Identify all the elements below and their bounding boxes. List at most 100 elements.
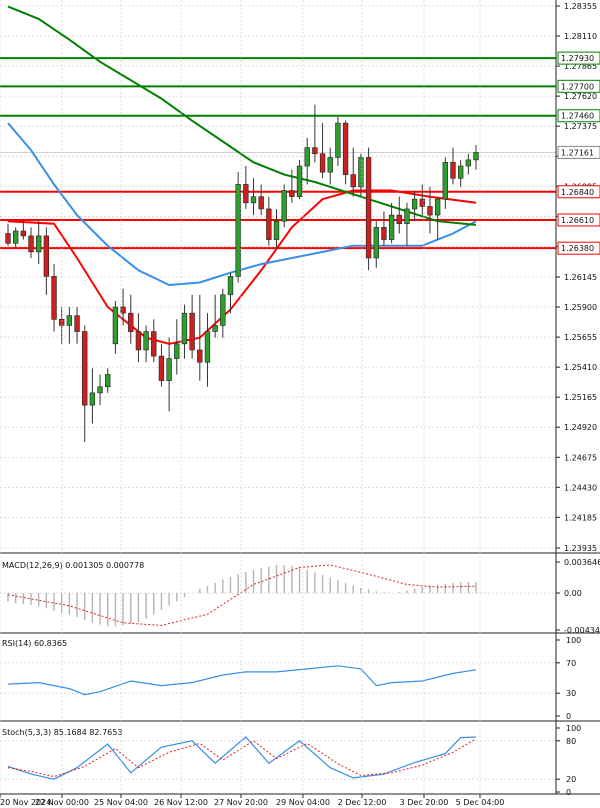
- candle-body: [342, 122, 349, 175]
- level-label: 1.26380: [561, 244, 594, 253]
- candle-body: [189, 312, 195, 351]
- x-tick-label: 22 Nov 00:00: [35, 798, 89, 807]
- candle-body: [358, 157, 364, 188]
- candle-body: [97, 386, 103, 394]
- price-tick-label: 1.24920: [564, 423, 597, 432]
- price-tick-label: 1.25165: [564, 393, 597, 402]
- macd-tick-label: 0.00: [564, 589, 582, 598]
- candle-body: [112, 306, 119, 345]
- rsi-pane: RSI(14) 60.8365 100 70 30 0: [0, 636, 581, 721]
- stoch-pane: Stoch(5,3,3) 85.1684 82.7653 10080200: [0, 724, 581, 797]
- candle-body: [135, 331, 142, 351]
- candle-body: [442, 162, 448, 200]
- price-tick-label: 1.25655: [564, 333, 597, 342]
- candle-body: [396, 214, 402, 224]
- price-tick-label: 1.24430: [564, 483, 597, 492]
- stoch-tick-label: 80: [566, 737, 576, 746]
- candle-body: [36, 235, 42, 253]
- rsi-tick-label: 100: [566, 636, 581, 645]
- candle-body: [120, 306, 126, 314]
- candle-body: [5, 233, 11, 244]
- forex-chart: 1.283551.281101.278651.276201.273751.271…: [0, 0, 600, 807]
- candle-body: [166, 358, 172, 381]
- candle-body: [250, 196, 257, 204]
- candle-body: [158, 355, 165, 381]
- candle-body: [327, 157, 333, 173]
- candle-body: [411, 198, 418, 210]
- candle-body: [434, 198, 441, 216]
- x-tick-label: 2 Dec 12:00: [338, 798, 387, 807]
- candle-body: [266, 208, 272, 240]
- candle-body: [427, 206, 433, 216]
- candle-body: [457, 165, 464, 179]
- candle-body: [20, 230, 27, 237]
- candle-body: [350, 174, 356, 188]
- x-tick-label: 27 Nov 20:00: [214, 798, 268, 807]
- rsi-tick-label: 70: [566, 659, 576, 668]
- candle-body: [365, 157, 372, 259]
- macd-tick-label: -0.004344: [564, 626, 600, 635]
- candle-body: [281, 190, 287, 222]
- candle-body: [319, 153, 326, 173]
- candle-body: [404, 208, 410, 224]
- stoch-tick-label: 0: [566, 788, 571, 797]
- candle-body: [296, 165, 303, 197]
- price-tick-label: 1.25900: [564, 303, 597, 312]
- candle-body: [12, 230, 19, 244]
- x-tick-label: 26 Nov 12:00: [154, 798, 208, 807]
- candle-body: [289, 190, 295, 197]
- candle-body: [473, 152, 479, 161]
- stoch-d-line: [7, 738, 477, 778]
- macd-signal-line: [7, 564, 477, 626]
- candle-body: [89, 392, 96, 406]
- candle-body: [174, 343, 180, 359]
- candle-body: [243, 184, 249, 204]
- level-label: 1.26840: [561, 188, 594, 197]
- candle-body: [381, 227, 387, 240]
- candle-body: [304, 147, 310, 167]
- price-pane: 1.283551.281101.278651.276201.273751.271…: [0, 2, 600, 553]
- rsi-line: [7, 665, 477, 696]
- x-axis: 20 Nov 202422 Nov 00:00 25 Nov 04:00 26 No…: [0, 794, 504, 807]
- candle-body: [227, 276, 234, 296]
- x-tick-label: 5 Dec 04:00: [456, 798, 505, 807]
- last-price-label: 1.27161: [561, 148, 594, 157]
- x-tick-label: 3 Dec 20:00: [400, 798, 449, 807]
- candle-body: [82, 331, 88, 406]
- x-tick-label: 29 Nov 04:00: [276, 798, 330, 807]
- candle-body: [335, 122, 341, 158]
- macd-tick-label: 0.003646: [564, 558, 600, 567]
- candle-body: [143, 331, 149, 351]
- level-label: 1.27460: [561, 112, 594, 121]
- rsi-tick-label: 0: [566, 712, 571, 721]
- candle-body: [43, 235, 50, 277]
- candle-body: [220, 294, 226, 326]
- price-tick-label: 1.27620: [564, 92, 597, 101]
- x-tick-label: 25 Nov 04:00: [94, 798, 148, 807]
- macd-label: MACD(12,26,9) 0.001305 0.000778: [2, 561, 144, 570]
- stoch-tick-label: 100: [566, 724, 581, 733]
- candle-body: [273, 220, 280, 240]
- level-label: 1.27930: [561, 54, 594, 63]
- candle-body: [312, 147, 318, 155]
- price-tick-label: 1.28110: [564, 32, 597, 41]
- candle-body: [235, 184, 241, 277]
- candle-body: [151, 331, 157, 357]
- candle-body: [388, 214, 395, 240]
- candle-body: [450, 162, 456, 179]
- price-tick-label: 1.24185: [564, 513, 597, 522]
- rsi-label: RSI(14) 60.8365: [2, 639, 67, 648]
- price-tick-label: 1.26145: [564, 273, 597, 282]
- stoch-k-line: [7, 736, 477, 780]
- price-tick-label: 1.23935: [564, 544, 597, 553]
- candle-body: [74, 315, 80, 332]
- candle-body: [181, 312, 188, 345]
- candle-body: [258, 196, 264, 210]
- candle-body: [197, 349, 203, 363]
- stoch-tick-label: 20: [566, 775, 576, 784]
- price-tick-label: 1.28355: [564, 2, 597, 11]
- candle-body: [373, 227, 379, 259]
- candle-body: [204, 331, 211, 363]
- price-tick-label: 1.27375: [564, 122, 597, 131]
- level-label: 1.26610: [561, 216, 594, 225]
